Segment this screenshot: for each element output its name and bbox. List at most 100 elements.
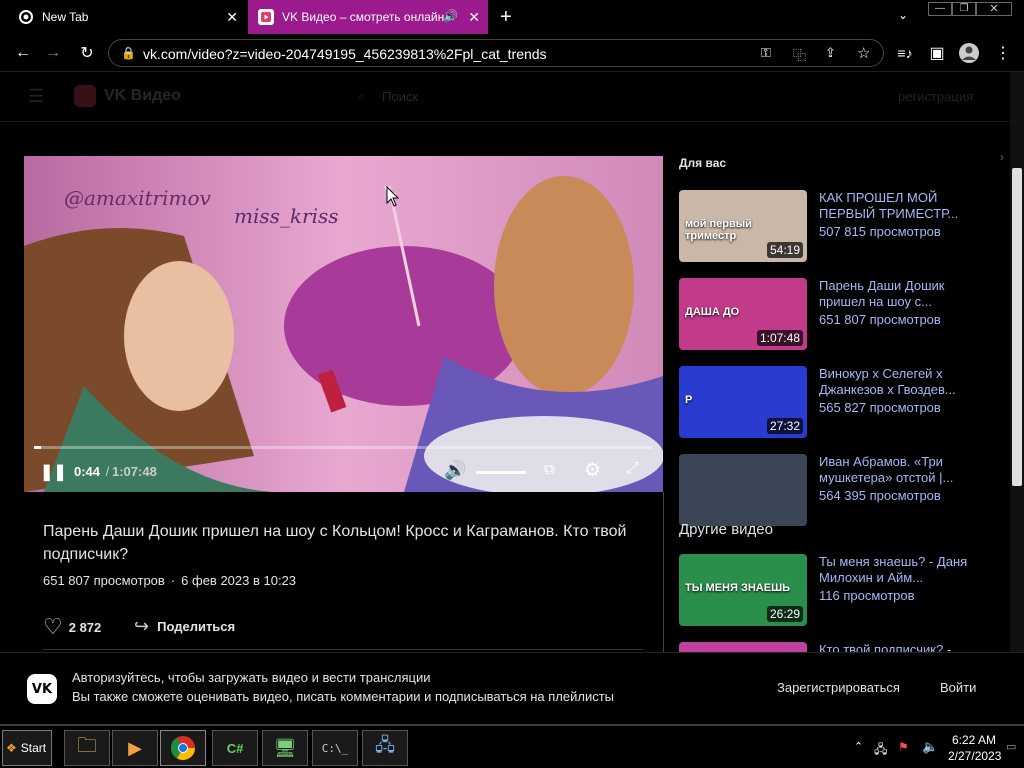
- monitor-task-icon[interactable]: 🖥: [262, 730, 308, 766]
- pause-icon[interactable]: ❚❚: [40, 462, 67, 482]
- video-thumbnail[interactable]: P 27:32: [679, 366, 807, 438]
- thumbnail-caption: мой первый триместр: [685, 218, 752, 242]
- share-page-icon[interactable]: ⇪: [825, 45, 836, 61]
- video-card-title[interactable]: КАК ПРОШЕЛ МОЙ ПЕРВЫЙ ТРИМЕСТР...: [819, 190, 969, 222]
- tab-vk-video[interactable]: VK Видео – смотреть онлайн 🔊 ✕: [248, 0, 488, 34]
- video-card[interactable]: ТЫ МЕНЯ ЗНАЕШЬ 26:29 Ты меня знаешь? - Дан…: [679, 554, 969, 626]
- tray-expand-icon[interactable]: ⌃: [854, 740, 863, 753]
- tab-label: VK Видео – смотреть онлайн: [282, 10, 445, 24]
- duration-badge: 1:07:48: [756, 330, 803, 346]
- clock-date[interactable]: 2/27/2023: [948, 749, 1001, 763]
- info-divider: [43, 649, 643, 650]
- browser-tab-bar: New Tab ✕ VK Видео – смотреть онлайн 🔊 ✕…: [0, 0, 1024, 34]
- vk-logo-icon: VK: [27, 674, 57, 704]
- tab-search-chevron-down-icon[interactable]: ⌄: [898, 8, 908, 22]
- seek-bar[interactable]: [34, 446, 653, 449]
- profile-avatar-icon[interactable]: [956, 40, 982, 66]
- video-thumbnail[interactable]: мой первый триместр 54:19: [679, 190, 807, 262]
- sidebar-scroll-icon[interactable]: ›: [1000, 150, 1004, 164]
- vk-logo-text[interactable]: VK Видео: [104, 87, 181, 105]
- volume-slider[interactable]: [476, 471, 526, 474]
- chrome-task-icon[interactable]: [160, 730, 206, 766]
- register-button[interactable]: Зарегистрироваться: [777, 680, 900, 695]
- media-control-icon[interactable]: ≡♪: [892, 40, 918, 66]
- page-scrollbar[interactable]: [1010, 72, 1024, 652]
- scrollbar-thumb[interactable]: [1012, 168, 1022, 486]
- show-desktop-icon[interactable]: ▭: [1006, 740, 1016, 753]
- restore-icon[interactable]: ❐: [952, 2, 976, 16]
- video-card[interactable]: ДАША ДО 1:07:48 Парень Даши Дошик пришел н…: [679, 278, 969, 350]
- hamburger-menu-icon[interactable]: ☰: [28, 86, 44, 107]
- auth-banner: VK Авторизуйтесь, чтобы загружать видео …: [0, 652, 1024, 724]
- tab-new-tab[interactable]: New Tab ✕: [0, 0, 248, 34]
- start-button[interactable]: ❖ Start: [2, 730, 52, 766]
- meta-dot: ·: [170, 573, 176, 588]
- video-card-title[interactable]: Винокур x Селегей x Джанкезов x Гвоздев.…: [819, 366, 969, 398]
- video-thumbnail[interactable]: [679, 454, 807, 526]
- vk-video-favicon-icon: [258, 9, 274, 25]
- video-card[interactable]: Кто твой подписчик? -: [679, 642, 969, 652]
- media-player-task-icon[interactable]: ▶: [112, 730, 158, 766]
- subtitles-icon[interactable]: ⧉: [544, 461, 555, 478]
- vk-video-logo-icon[interactable]: [74, 85, 96, 107]
- terminal-task-icon[interactable]: C:\_: [312, 730, 358, 766]
- share-button[interactable]: ↪ Поделиться: [134, 616, 235, 637]
- search-label[interactable]: Поиск: [382, 89, 418, 104]
- translate-icon[interactable]: ⿻: [793, 45, 806, 64]
- lock-icon[interactable]: 🔒: [121, 46, 136, 60]
- login-button[interactable]: Войти: [940, 680, 976, 695]
- video-player[interactable]: @amaxitrimov miss_kriss ❚❚ 0:44 / 1:07:4…: [24, 156, 663, 492]
- video-thumbnail[interactable]: ТЫ МЕНЯ ЗНАЕШЬ 26:29: [679, 554, 807, 626]
- new-tab-icon[interactable]: +: [500, 6, 512, 29]
- register-link[interactable]: регистрация: [898, 89, 973, 104]
- video-thumbnail[interactable]: [679, 642, 807, 652]
- network-task-icon[interactable]: 🖧: [362, 730, 408, 766]
- share-label: Поделиться: [157, 619, 236, 634]
- windows-taskbar: ❖ Start 🗀 ▶ C# 🖥 C:\_ 🖧 ⌃ 🖧 ⚑ 🔈 6:22 AM …: [0, 724, 1024, 768]
- like-button[interactable]: ♡ 2 872: [43, 614, 101, 640]
- video-card[interactable]: P 27:32 Винокур x Селегей x Джанкезов x Гв…: [679, 366, 969, 438]
- reload-icon[interactable]: ↻: [74, 40, 100, 66]
- close-tab-icon[interactable]: ✕: [468, 9, 480, 26]
- address-bar[interactable]: 🔒 vk.com/video?z=video-204749195_4562398…: [108, 39, 884, 67]
- banner-title: Авторизуйтесь, чтобы загружать видео и в…: [72, 670, 431, 685]
- video-card-views: 651 807 просмотров: [819, 312, 941, 327]
- tab-label: New Tab: [42, 10, 89, 24]
- forward-icon[interactable]: →: [40, 40, 66, 66]
- video-card[interactable]: Иван Абрамов. «Три мушкетера» отстой |..…: [679, 454, 969, 526]
- minimize-icon[interactable]: —: [928, 2, 952, 16]
- for-you-heading: Для вас: [679, 156, 727, 170]
- audio-playing-icon[interactable]: 🔊: [443, 9, 458, 23]
- video-card-title[interactable]: Парень Даши Дошик пришел на шоу с...: [819, 278, 969, 310]
- close-window-icon[interactable]: ✕: [976, 2, 1012, 16]
- start-label: Start: [20, 741, 47, 755]
- video-card-title[interactable]: Ты меня знаешь? - Даня Милохин и Айм...: [819, 554, 969, 586]
- heart-icon: ♡: [43, 614, 63, 639]
- search-icon[interactable]: ⌕: [358, 88, 365, 104]
- action-center-icon[interactable]: ⚑: [898, 740, 909, 754]
- mouse-cursor-icon: [386, 186, 400, 207]
- bookmark-star-icon[interactable]: ☆: [857, 44, 870, 62]
- url-text[interactable]: vk.com/video?z=video-204749195_456239813…: [143, 46, 547, 62]
- key-icon[interactable]: ⚿: [761, 45, 771, 61]
- fullscreen-icon[interactable]: ⤢: [626, 460, 639, 478]
- back-icon[interactable]: ←: [10, 40, 36, 66]
- settings-gear-icon[interactable]: ⚙: [584, 459, 601, 482]
- video-card[interactable]: мой первый триместр 54:19 КАК ПРОШЕЛ МОЙ П…: [679, 190, 969, 262]
- network-icon[interactable]: 🖧: [874, 740, 887, 761]
- video-card-views: 507 815 просмотров: [819, 224, 941, 239]
- file-explorer-task-icon[interactable]: 🗀: [64, 730, 110, 766]
- browser-menu-icon[interactable]: ⋮: [990, 40, 1016, 66]
- system-tray: ⌃ 🖧 ⚑ 🔈 6:22 AM 2/27/2023 ▭: [846, 728, 1022, 768]
- side-panel-icon[interactable]: ▣: [924, 40, 950, 66]
- close-tab-icon[interactable]: ✕: [226, 9, 238, 26]
- csharp-task-icon[interactable]: C#: [212, 730, 258, 766]
- video-card-title[interactable]: Кто твой подписчик? -: [819, 642, 969, 652]
- player-controls: ❚❚ 0:44 / 1:07:48 🔊 ⧉ ⚙ ⤢: [24, 446, 663, 492]
- clock-time[interactable]: 6:22 AM: [952, 733, 996, 747]
- speaker-icon[interactable]: 🔈: [922, 739, 938, 755]
- video-thumbnail[interactable]: ДАША ДО 1:07:48: [679, 278, 807, 350]
- chrome-icon: [18, 9, 34, 25]
- video-card-title[interactable]: Иван Абрамов. «Три мушкетера» отстой |..…: [819, 454, 969, 486]
- volume-icon[interactable]: 🔊: [444, 460, 466, 481]
